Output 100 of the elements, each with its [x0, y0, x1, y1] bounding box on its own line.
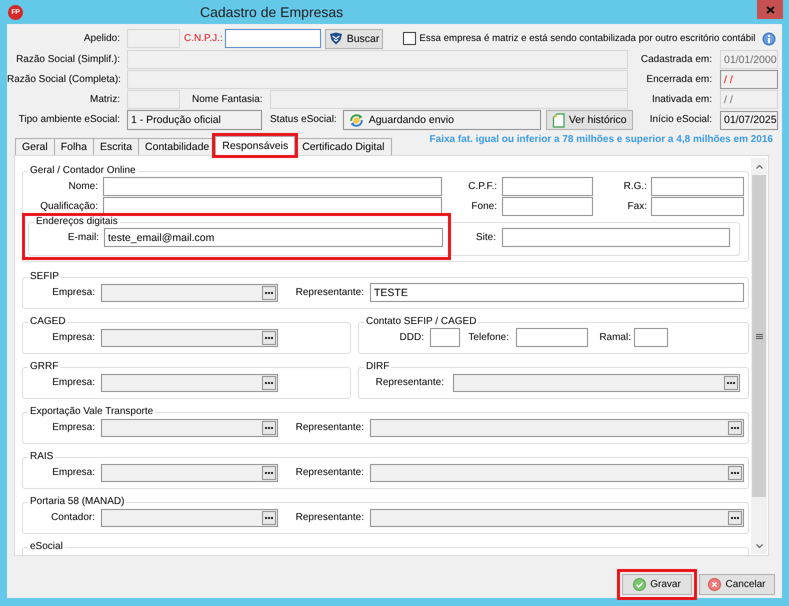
field-label: Empresa: — [51, 466, 95, 478]
input-field[interactable]: TESTE — [370, 283, 744, 302]
info-icon — [762, 32, 776, 46]
browse-button[interactable] — [728, 510, 742, 524]
field-label: Encerrada em: — [645, 74, 712, 86]
date-field[interactable]: / / — [720, 70, 778, 89]
field-label: Telefone: — [467, 332, 509, 344]
input-field[interactable] — [502, 177, 593, 196]
field-label: Inativada em: — [650, 94, 712, 106]
lookup-field[interactable] — [101, 508, 278, 526]
field-label: Razão Social (Completa): — [7, 74, 120, 86]
field-label: Apelido: — [82, 32, 120, 44]
lookup-field[interactable] — [370, 508, 744, 526]
field-label: Tipo ambiente eSocial: — [18, 114, 120, 126]
revenue-note: Faixa fat. igual ou inferior a 78 milhões e superior a 4,8 milhões em 2016 — [430, 134, 773, 146]
group-title: SEFIP — [29, 271, 60, 283]
group-title: Exportação Vale Transporte — [29, 406, 154, 418]
status-value: Aguardando envio — [368, 114, 454, 126]
input-field[interactable] — [103, 177, 442, 196]
browse-button[interactable] — [728, 466, 742, 480]
field-label: Matriz: — [89, 94, 120, 106]
field-label: Representante: — [294, 466, 364, 478]
field-label: C.N.P.J.: — [184, 32, 223, 44]
field-label: Empresa: — [51, 422, 95, 434]
field-label: Qualificação: — [39, 200, 98, 212]
caret-down-icon — [756, 544, 762, 548]
circular-arrows-icon — [348, 112, 364, 128]
field-label: Ramal: — [598, 332, 631, 344]
input-field[interactable] — [651, 197, 744, 216]
input-field[interactable] — [634, 328, 668, 347]
input-field[interactable]: teste_email@mail.com — [104, 228, 443, 247]
group-title: Geral / Contador Online — [29, 165, 137, 177]
tab[interactable]: Geral — [15, 138, 55, 155]
field-label: Representante: — [374, 376, 444, 388]
browse-button[interactable] — [262, 376, 276, 390]
date-field[interactable]: 01/07/2025 — [720, 110, 778, 130]
scrollbar[interactable] — [751, 158, 767, 554]
history-button[interactable]: Ver histórico — [546, 110, 633, 130]
tab[interactable]: Certificado Digital — [295, 138, 392, 155]
field-label: R.G.: — [622, 180, 647, 192]
browse-button[interactable] — [262, 510, 276, 524]
input-field[interactable] — [516, 328, 588, 347]
field-label: Status eSocial: — [270, 114, 337, 126]
scroll-thumb[interactable] — [752, 175, 766, 497]
grip-icon — [756, 334, 762, 338]
checkbox-label[interactable]: Essa empresa é matriz e está sendo contabilizada por outro escritório contábil — [419, 32, 756, 44]
field-label: E-mail: — [66, 232, 99, 244]
field-label: C.P.F.: — [467, 180, 497, 192]
browse-button[interactable] — [262, 420, 276, 434]
input-field[interactable] — [651, 177, 744, 196]
x-circle-icon — [708, 578, 722, 591]
lookup-field[interactable] — [101, 418, 278, 436]
input-field[interactable] — [502, 197, 593, 216]
checkbox[interactable] — [403, 32, 416, 45]
search-button[interactable]: Buscar — [324, 28, 384, 48]
field-label: Nome: — [68, 180, 98, 192]
browse-button[interactable] — [262, 466, 276, 480]
group-title: eSocial — [29, 541, 64, 553]
group-title: Portaria 58 (MANAD) — [29, 496, 126, 508]
group-title: Contato SEFIP / CAGED — [365, 316, 478, 328]
field-label: Representante: — [294, 422, 364, 434]
field-label: Razão Social (Simplif.): — [15, 54, 120, 66]
input-field[interactable] — [224, 29, 321, 48]
field-label: Representante: — [294, 286, 364, 298]
document-icon — [552, 112, 565, 128]
save-button[interactable]: Gravar — [622, 574, 692, 595]
group-title: RAIS — [29, 451, 54, 463]
lookup-field[interactable] — [370, 464, 744, 482]
tab[interactable]: Responsáveis — [215, 136, 296, 155]
field-label: Fone: — [470, 200, 497, 212]
browse-button[interactable] — [262, 330, 276, 344]
lookup-field[interactable] — [370, 418, 744, 436]
field-label: Início eSocial: — [648, 114, 712, 126]
check-circle-icon — [633, 578, 646, 591]
input-field[interactable] — [430, 328, 460, 347]
lookup-field[interactable] — [453, 374, 740, 392]
field-label: Cadastrada em: — [640, 54, 712, 66]
group-title: GRRF — [29, 361, 60, 373]
window-title: Cadastro de Empresas — [200, 4, 344, 20]
lookup-field[interactable] — [101, 328, 278, 346]
browse-button[interactable] — [262, 286, 276, 300]
caret-up-icon — [756, 164, 762, 168]
lookup-field[interactable] — [101, 374, 278, 392]
lookup-field[interactable] — [101, 284, 278, 302]
field-label: Empresa: — [51, 332, 95, 344]
browse-button[interactable] — [724, 376, 738, 390]
field-label: Contador: — [50, 512, 95, 524]
input-field[interactable] — [502, 228, 730, 247]
field-label: Nome Fantasia: — [192, 94, 263, 106]
field-label: Empresa: — [51, 376, 95, 388]
close-icon — [766, 6, 774, 14]
browse-button[interactable] — [728, 420, 742, 434]
lookup-field[interactable] — [101, 464, 278, 482]
field-label: Empresa: — [51, 286, 95, 298]
shield-icon — [328, 32, 343, 45]
group-title: DIRF — [365, 361, 390, 373]
close-button[interactable] — [757, 0, 783, 19]
input-field[interactable]: 1 - Produção oficial — [127, 110, 262, 130]
group-title: Endereços digitais — [35, 216, 119, 228]
cancel-button[interactable]: Cancelar — [699, 574, 775, 595]
